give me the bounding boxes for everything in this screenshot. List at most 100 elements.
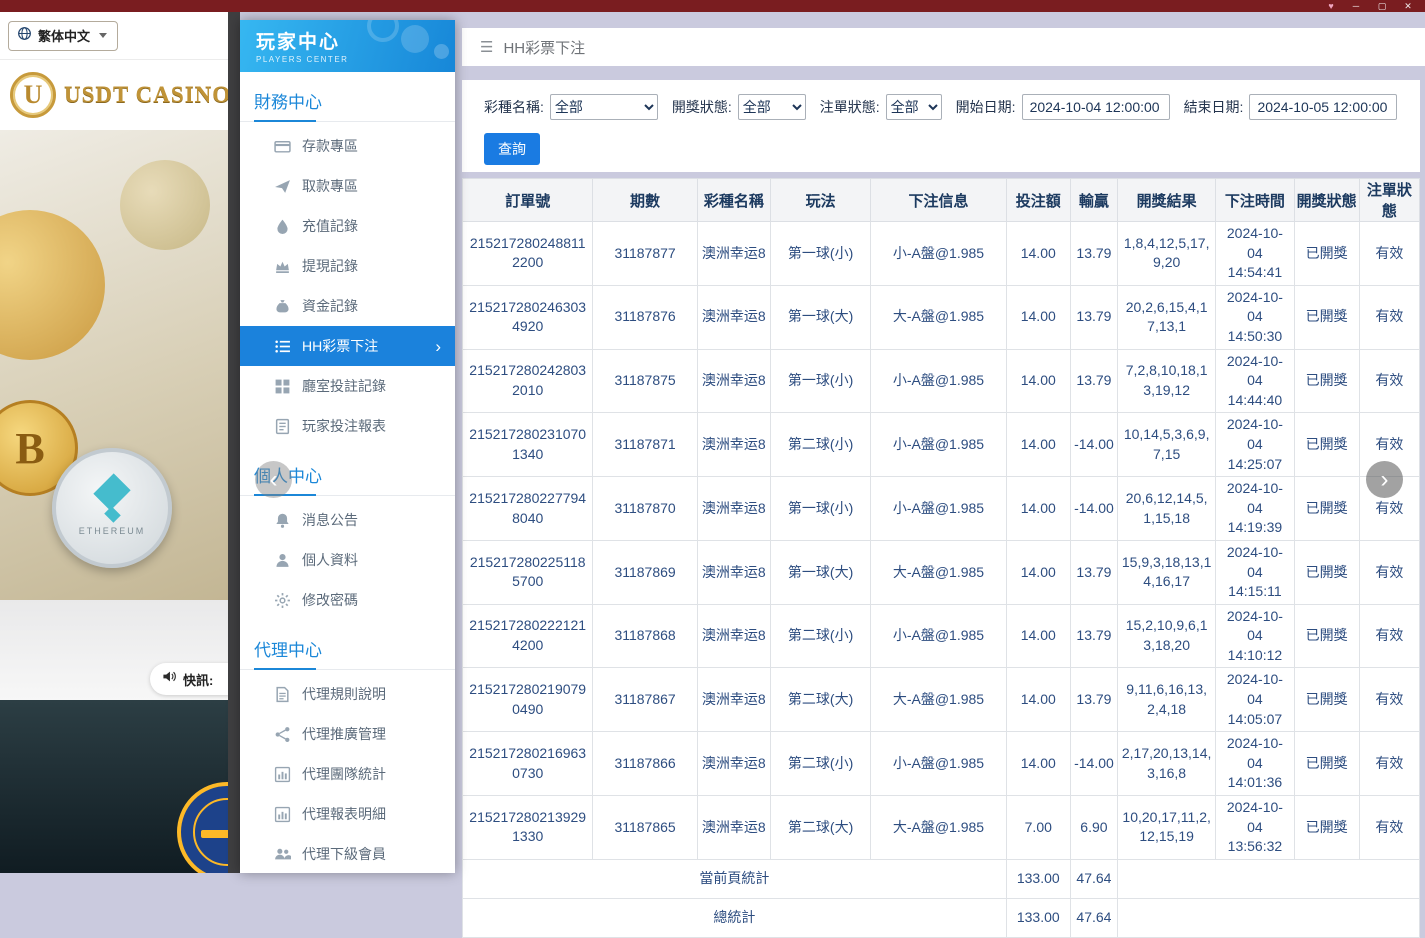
warriors-bridge-icon — [201, 830, 228, 838]
sidebar-item-label: 修改密碼 — [302, 590, 358, 610]
sidebar-item-label: 存款專區 — [302, 136, 358, 156]
table-cell: 10,14,5,3,6,9,7,15 — [1118, 413, 1216, 477]
table-cell: 2152172802463034920 — [463, 285, 593, 349]
language-selector[interactable]: 繁体中文 — [8, 21, 118, 51]
sidebar-header: 玩家中心 PLAYERS CENTER — [240, 20, 455, 72]
table-cell: 7,2,8,10,18,13,19,12 — [1118, 349, 1216, 413]
content-header: ☰ HH彩票下注 — [462, 28, 1425, 66]
table-cell: 9,11,6,16,13,2,4,18 — [1118, 668, 1216, 732]
sidebar-item-withdraw[interactable]: 取款專區 — [240, 166, 455, 206]
table-row: 215217280219079049031187867澳洲幸运8第二球(大)大-… — [463, 668, 1420, 732]
table-cell: 小-A盤@1.985 — [871, 222, 1006, 286]
users-icon — [274, 846, 291, 863]
sidebar-item-label: 代理規則說明 — [302, 684, 386, 704]
table-cell: 2152172802310701340 — [463, 413, 593, 477]
table-cell: 31187867 — [593, 668, 697, 732]
search-button[interactable]: 查詢 — [484, 133, 540, 165]
section-title: 代理中心 — [254, 641, 322, 660]
maximize-button[interactable]: ▢ — [1369, 0, 1395, 12]
table-cell: 14.00 — [1006, 732, 1070, 796]
sidebar-item-agent-rules[interactable]: 代理規則說明 — [240, 674, 455, 714]
sidebar-item-label: 取款專區 — [302, 176, 358, 196]
table-row: 215217280222121420031187868澳洲幸运8第二球(小)小-… — [463, 604, 1420, 668]
sidebar-item-funds-records[interactable]: 資金記錄 — [240, 286, 455, 326]
table-cell: 大-A盤@1.985 — [871, 668, 1006, 732]
table-cell: -14.00 — [1070, 413, 1117, 477]
sidebar-item-agent-promotion[interactable]: 代理推廣管理 — [240, 714, 455, 754]
table-row: 215217280231070134031187871澳洲幸运8第二球(小)小-… — [463, 413, 1420, 477]
table-cell: 小-A盤@1.985 — [871, 349, 1006, 413]
lottery-name-select[interactable]: 全部 — [550, 94, 658, 120]
drop-icon — [274, 218, 291, 235]
section-header: 代理中心 — [240, 636, 455, 670]
table-cell: 有效 — [1359, 285, 1419, 349]
summary-row: 當前頁統計133.0047.64 — [463, 859, 1420, 898]
sidebar-item-agent-team-stats[interactable]: 代理團隊統計 — [240, 754, 455, 794]
ethereum-diamond-icon — [104, 506, 121, 523]
table-cell: 已開獎 — [1294, 349, 1359, 413]
table-cell: 2024-10-04 14:54:41 — [1216, 222, 1294, 286]
language-label: 繁体中文 — [38, 26, 90, 45]
minimize-button[interactable]: ─ — [1343, 0, 1369, 12]
menu-icon[interactable]: ☰ — [480, 38, 493, 56]
sidebar-item-change-password[interactable]: 修改密碼 — [240, 580, 455, 620]
sidebar-item-label: 提現記錄 — [302, 256, 358, 276]
table-cell: 31187869 — [593, 540, 697, 604]
share-icon — [274, 726, 291, 743]
sidebar-item-recharge-records[interactable]: 充值記錄 — [240, 206, 455, 246]
sidebar-item-deposit[interactable]: 存款專區 — [240, 126, 455, 166]
sidebar-item-label: 代理報表明細 — [302, 804, 386, 824]
sidebar-item-agent-sub-members[interactable]: 代理下級會員 — [240, 834, 455, 873]
draw-status-select[interactable]: 全部 — [738, 94, 806, 120]
table-cell: 小-A盤@1.985 — [871, 477, 1006, 541]
sidebar-item-withdraw-records[interactable]: 提現記錄 — [240, 246, 455, 286]
sidebar-item-hh-lottery-bets[interactable]: HH彩票下注› — [240, 326, 455, 366]
sidebar-item-room-bet-records[interactable]: 廳室投註記錄 — [240, 366, 455, 406]
chevron-left-icon: ‹ — [270, 466, 278, 494]
order-status-select[interactable]: 全部 — [886, 94, 942, 120]
table-cell: 31187866 — [593, 732, 697, 796]
ticker-label: 快訊: — [183, 670, 213, 689]
heart-icon[interactable]: ♥ — [1319, 0, 1343, 12]
table-cell: 澳洲幸运8 — [697, 604, 770, 668]
carousel-next-button[interactable]: › — [1366, 461, 1403, 498]
table-cell: 大-A盤@1.985 — [871, 540, 1006, 604]
table-cell: 已開獎 — [1294, 413, 1359, 477]
table-cell: 1,8,4,12,5,17,9,20 — [1118, 222, 1216, 286]
sidebar-item-profile[interactable]: 個人資料 — [240, 540, 455, 580]
table-cell: 31187865 — [593, 796, 697, 860]
decor-gold-circle — [0, 210, 105, 360]
table-cell: 已開獎 — [1294, 222, 1359, 286]
background-page: 繁体中文 U USDT CASINO B ETHEREUM 快訊: — [0, 12, 228, 873]
table-cell: 小-A盤@1.985 — [871, 604, 1006, 668]
carousel-prev-button[interactable]: ‹ — [255, 461, 292, 498]
column-header: 彩種名稱 — [697, 179, 770, 222]
table-cell: 第二球(小) — [770, 732, 870, 796]
lottery-name-label: 彩種名稱: — [484, 97, 544, 117]
sidebar-item-label: 資金記錄 — [302, 296, 358, 316]
decor-gold-circle — [120, 160, 210, 250]
end-date-input[interactable] — [1249, 94, 1397, 120]
table-cell: 31187876 — [593, 285, 697, 349]
sidebar-item-player-bet-report[interactable]: 玩家投注報表 — [240, 406, 455, 446]
table-cell: 小-A盤@1.985 — [871, 732, 1006, 796]
table-cell: 13.79 — [1070, 285, 1117, 349]
table-cell: 2,17,20,13,14,3,16,8 — [1118, 732, 1216, 796]
table-cell: 已開獎 — [1294, 285, 1359, 349]
table-cell: -14.00 — [1070, 477, 1117, 541]
table-cell: 2152172802488112200 — [463, 222, 593, 286]
table-cell: 14.00 — [1006, 285, 1070, 349]
sidebar-item-agent-report-detail[interactable]: 代理報表明細 — [240, 794, 455, 834]
promo-banner: B ETHEREUM — [0, 130, 228, 600]
start-date-input[interactable] — [1022, 94, 1170, 120]
table-cell: 第一球(大) — [770, 540, 870, 604]
sidebar-item-announcements[interactable]: 消息公告 — [240, 500, 455, 540]
sidebar-item-label: 充值記錄 — [302, 216, 358, 236]
casino-logo[interactable]: U USDT CASINO — [0, 60, 228, 130]
table-cell: 有效 — [1359, 732, 1419, 796]
table-cell: 20,2,6,15,4,17,13,1 — [1118, 285, 1216, 349]
table-cell: 14.00 — [1006, 477, 1070, 541]
summary-label: 總統計 — [463, 898, 1007, 937]
close-button[interactable]: ✕ — [1395, 0, 1421, 12]
table-cell: 2024-10-04 13:56:32 — [1216, 796, 1294, 860]
